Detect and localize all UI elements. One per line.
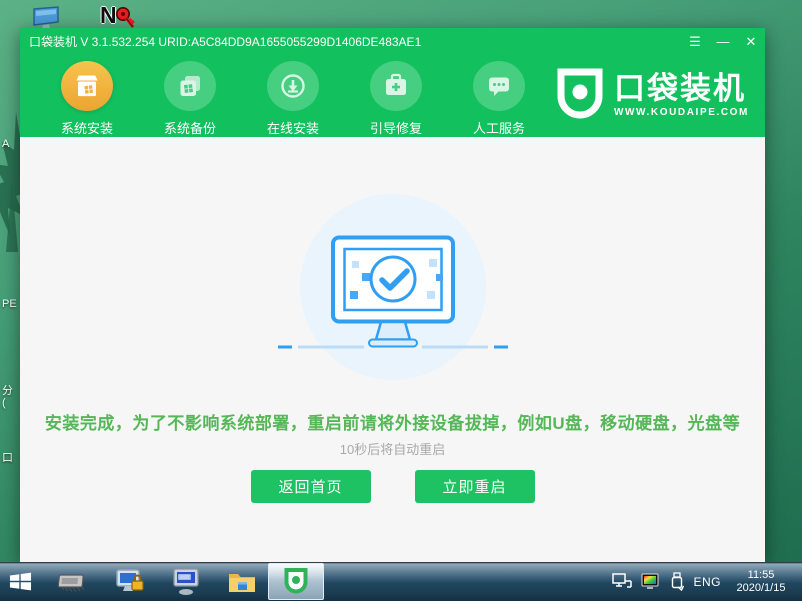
memory-chip-icon [57, 569, 87, 595]
nav-label: 在线安装 [267, 118, 319, 137]
desktop-label-fragment: PE [2, 298, 17, 310]
display-color-tray-icon[interactable] [641, 573, 661, 590]
system-backup-icon [176, 72, 204, 100]
nav-item-system-install[interactable]: 系统安装 [54, 55, 120, 137]
monitor-check-illustration [278, 235, 508, 351]
language-indicator[interactable]: ENG [693, 575, 721, 589]
brand-name: 口袋装机 [614, 72, 746, 105]
nav-item-system-backup[interactable]: 系统备份 [157, 55, 223, 137]
close-icon[interactable]: ✕ [737, 28, 765, 55]
shield-app-icon [283, 568, 309, 595]
taskbar-chip-app[interactable] [52, 562, 92, 601]
return-home-button[interactable]: 返回首页 [251, 470, 371, 503]
windows-start-icon [8, 570, 33, 593]
main-content: 安装完成，为了不影响系统部署，重启前请将外接设备拔掉，例如U盘，移动硬盘，光盘等… [20, 137, 765, 562]
folder-icon [227, 569, 257, 595]
nav-item-boot-repair[interactable]: 引导修复 [363, 55, 429, 137]
shield-logo-icon [556, 68, 604, 122]
system-install-icon [73, 72, 101, 100]
taskbar: ENG 11:55 2020/1/15 [0, 562, 802, 601]
usb-tray-icon[interactable] [670, 572, 684, 591]
nav-label: 系统安装 [61, 118, 113, 137]
desktop-label-fragment: 分 [2, 382, 13, 398]
computer-keyboard-icon [170, 568, 202, 596]
header-nav: 系统安装 系统备份 [20, 55, 765, 137]
network-tray-icon[interactable] [612, 573, 632, 590]
manual-service-icon [485, 72, 513, 100]
desktop-label-fragment: A [2, 138, 9, 150]
brand-logo: 口袋装机 WWW.KOUDAIPE.COM [556, 68, 749, 122]
monitor-lock-icon [114, 568, 146, 596]
boot-repair-icon [382, 72, 410, 100]
nav-label: 人工服务 [473, 118, 525, 137]
clock-time: 11:55 [730, 569, 792, 582]
nav-item-manual-service[interactable]: 人工服务 [466, 55, 532, 137]
install-complete-message: 安装完成，为了不影响系统部署，重启前请将外接设备拔掉，例如U盘，移动硬盘，光盘等 [20, 409, 765, 434]
taskbar-pc-app[interactable] [166, 562, 206, 601]
taskbar-explorer-app[interactable] [222, 562, 262, 601]
nav-item-online-install[interactable]: 在线安装 [260, 55, 326, 137]
desktop-label-fragment: ( [2, 397, 6, 409]
window-titlebar[interactable]: 口袋装机 V 3.1.532.254 URID:A5C84DD9A1655055… [20, 28, 765, 55]
taskbar-clock[interactable]: 11:55 2020/1/15 [730, 569, 792, 595]
desktop-label-fragment: 口 [2, 449, 13, 465]
window-title: 口袋装机 V 3.1.532.254 URID:A5C84DD9A1655055… [29, 33, 421, 50]
minimize-icon[interactable]: — [709, 28, 737, 55]
taskbar-pc-lock-app[interactable] [110, 562, 150, 601]
nav-label: 系统备份 [164, 118, 216, 137]
restart-now-button[interactable]: 立即重启 [415, 470, 535, 503]
menu-icon[interactable]: ☰ [681, 28, 709, 55]
brand-url: WWW.KOUDAIPE.COM [614, 107, 749, 118]
nav-label: 引导修复 [370, 118, 422, 137]
online-install-icon [279, 72, 307, 100]
auto-restart-countdown: 10秒后将自动重启 [20, 439, 765, 458]
start-button[interactable] [0, 562, 40, 601]
clock-date: 2020/1/15 [730, 582, 792, 595]
taskbar-koudai-app-active[interactable] [268, 563, 324, 600]
system-tray: ENG 11:55 2020/1/15 [612, 569, 802, 595]
app-window: 口袋装机 V 3.1.532.254 URID:A5C84DD9A1655055… [20, 28, 765, 562]
